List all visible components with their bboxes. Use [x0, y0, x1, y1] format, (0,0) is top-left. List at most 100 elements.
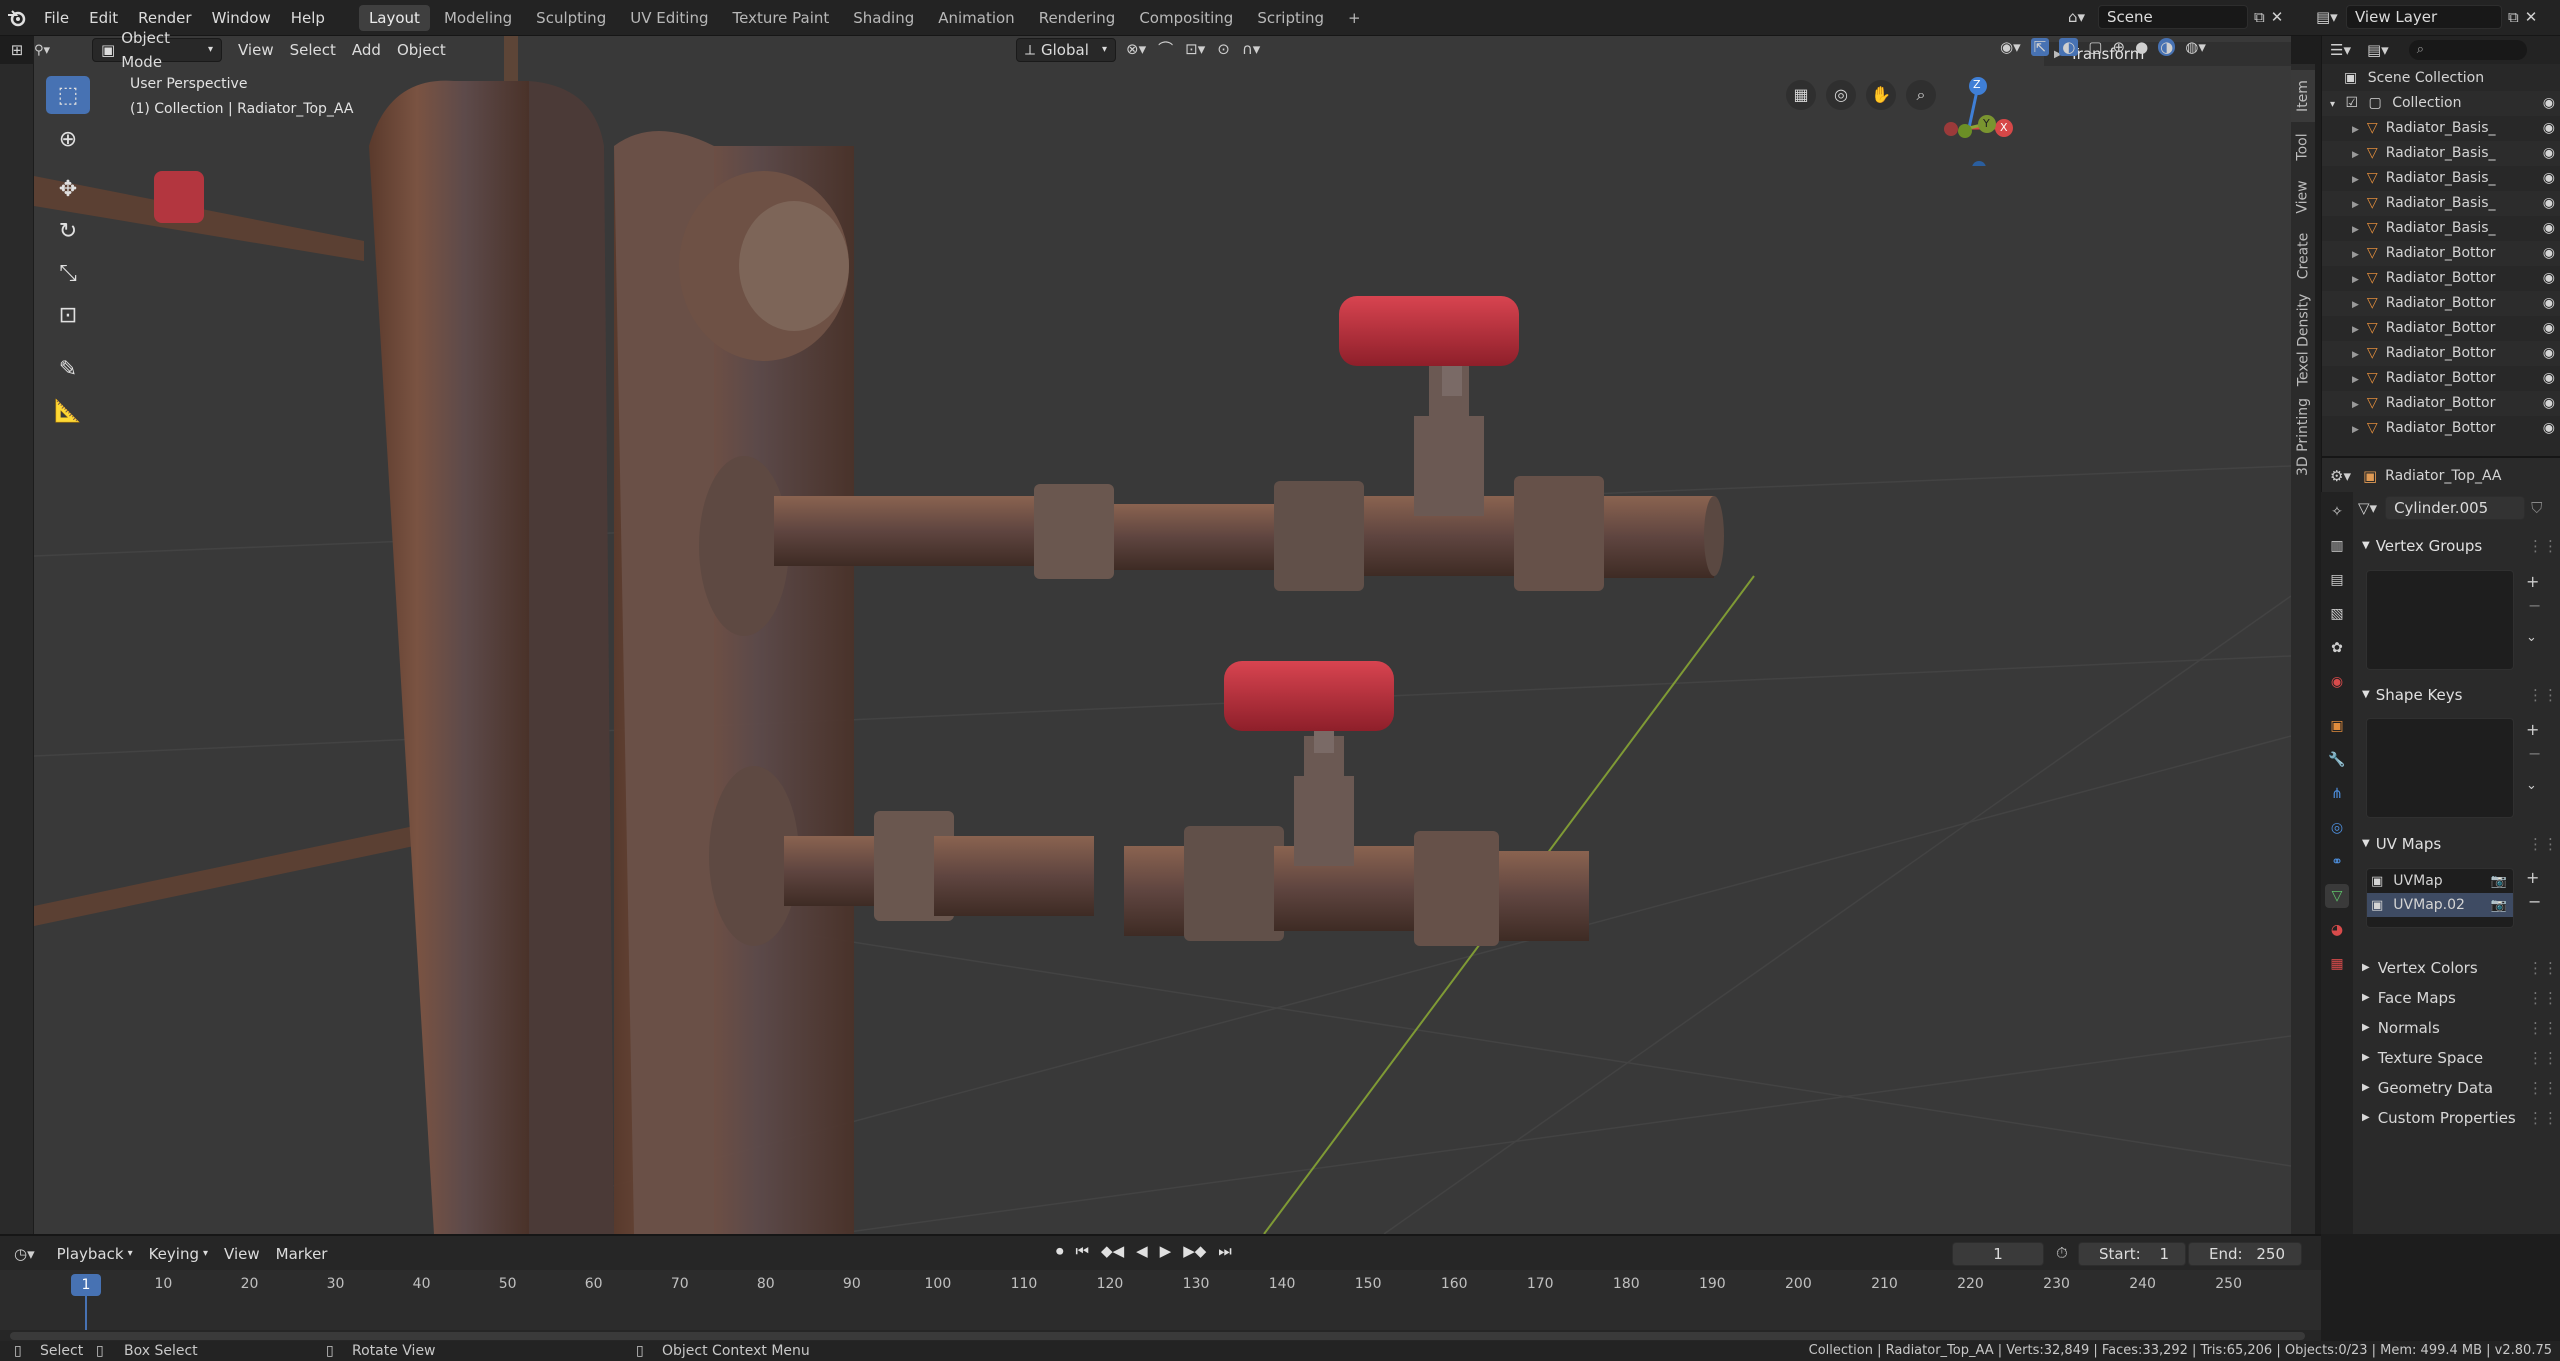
proportional-edit-icon[interactable]: ⊙ — [1217, 40, 1230, 58]
eye-icon[interactable]: ◉ — [2543, 116, 2555, 141]
uv-map-remove-button[interactable]: − — [2528, 892, 2541, 911]
eye-icon[interactable]: ◉ — [2543, 141, 2555, 166]
menu-object[interactable]: Object — [389, 38, 454, 62]
outliner-editor-icon[interactable]: ☰▾ — [2330, 41, 2351, 59]
uv-maps-panel-header[interactable]: ▼ UV Maps ⋮⋮ — [2356, 830, 2558, 858]
render-tab-icon[interactable]: ▥ — [2325, 534, 2349, 558]
mesh-data-icon[interactable]: ▽▾ — [2358, 499, 2377, 517]
overlays-icon[interactable]: ◐ — [2059, 38, 2079, 56]
uv-map-add-button[interactable]: + — [2526, 868, 2539, 887]
tab-layout[interactable]: Layout — [358, 4, 430, 31]
select-box-tool-icon[interactable]: ⬚ — [46, 76, 90, 114]
xray-icon[interactable]: ▢ — [2088, 38, 2102, 56]
navigation-gizmo[interactable]: Z Y X — [1924, 76, 2014, 175]
expand-arrow-icon[interactable]: ▶ — [2352, 150, 2359, 160]
expand-arrow-icon[interactable]: ▶ — [2352, 125, 2359, 135]
delete-view-layer-icon[interactable]: ✕ — [2525, 8, 2538, 26]
expand-arrow-icon[interactable]: ▶ — [2352, 300, 2359, 310]
outliner-object-row[interactable]: ▶ ▽ Radiator_Bottor ◉ — [2322, 266, 2560, 291]
tab-3d-printing[interactable]: 3D Printing — [2291, 392, 2315, 482]
outliner-object-row[interactable]: ▶ ▽ Radiator_Basis_ ◉ — [2322, 216, 2560, 241]
geometry-data-panel-header[interactable]: ▶ Geometry Data ⋮⋮ — [2356, 1074, 2558, 1102]
drag-handle-icon[interactable]: ⋮⋮ — [2528, 1104, 2558, 1132]
output-tab-icon[interactable]: ▤ — [2325, 568, 2349, 592]
material-tab-icon[interactable]: ◕ — [2325, 918, 2349, 942]
object-tab-icon[interactable]: ▣ — [2325, 714, 2349, 738]
expand-arrow-icon[interactable]: ▶ — [2352, 250, 2359, 260]
vertex-colors-panel-header[interactable]: ▶ Vertex Colors ⋮⋮ — [2356, 954, 2558, 982]
playhead[interactable]: 1 — [71, 1274, 101, 1296]
expand-arrow-icon[interactable]: ▶ — [2352, 225, 2359, 235]
texture-tab-icon[interactable]: ▦ — [2325, 952, 2349, 976]
eye-icon[interactable]: ◉ — [2543, 341, 2555, 366]
drag-handle-icon[interactable]: ⋮⋮ — [2528, 830, 2558, 858]
menu-select[interactable]: Select — [282, 38, 344, 62]
expand-arrow-icon[interactable]: ▶ — [2352, 325, 2359, 335]
eye-icon[interactable]: ◉ — [2543, 91, 2555, 116]
world-tab-icon[interactable]: ◉ — [2325, 670, 2349, 694]
tab-sculpting[interactable]: Sculpting — [526, 5, 616, 31]
shape-keys-list[interactable] — [2366, 718, 2514, 818]
properties-editor-icon[interactable]: ⚙▾ — [2330, 467, 2351, 485]
tab-shading[interactable]: Shading — [843, 5, 924, 31]
drag-handle-icon[interactable]: ⋮⋮ — [2528, 1014, 2558, 1042]
texture-space-panel-header[interactable]: ▶ Texture Space ⋮⋮ — [2356, 1044, 2558, 1072]
expand-arrow-icon[interactable]: ▶ — [2352, 350, 2359, 360]
drag-handle-icon[interactable]: ⋮⋮ — [2528, 1074, 2558, 1102]
eye-icon[interactable]: ◉ — [2543, 316, 2555, 341]
delete-scene-icon[interactable]: ✕ — [2271, 8, 2284, 26]
render-camera-icon[interactable]: 📷 — [2491, 898, 2507, 913]
tab-modeling[interactable]: Modeling — [434, 5, 522, 31]
tab-animation[interactable]: Animation — [928, 5, 1024, 31]
outliner-object-row[interactable]: ▶ ▽ Radiator_Basis_ ◉ — [2322, 166, 2560, 191]
menu-window[interactable]: Window — [202, 0, 281, 36]
outliner-object-row[interactable]: ▶ ▽ Radiator_Bottor ◉ — [2322, 291, 2560, 316]
cursor-tool-icon[interactable]: ⊕ — [46, 120, 90, 158]
tab-rendering[interactable]: Rendering — [1029, 5, 1126, 31]
tab-create[interactable]: Create — [2291, 224, 2315, 288]
face-maps-panel-header[interactable]: ▶ Face Maps ⋮⋮ — [2356, 984, 2558, 1012]
expand-arrow-icon[interactable]: ▶ — [2352, 275, 2359, 285]
vertex-group-add-button[interactable]: + — [2526, 572, 2539, 591]
vertex-group-menu-icon[interactable]: ⌄ — [2526, 630, 2537, 645]
eye-icon[interactable]: ◉ — [2543, 391, 2555, 416]
eye-icon[interactable]: ◉ — [2543, 216, 2555, 241]
outliner-object-row[interactable]: ▶ ▽ Radiator_Bottor ◉ — [2322, 316, 2560, 341]
eye-icon[interactable]: ◉ — [2543, 266, 2555, 291]
scale-tool-icon[interactable]: ⤡ — [46, 254, 90, 292]
scene-icon[interactable]: ⌂▾ — [2068, 8, 2098, 26]
view-layer-selector[interactable]: View Layer — [2346, 5, 2502, 29]
rotate-tool-icon[interactable]: ↻ — [46, 212, 90, 250]
view-layer-tab-icon[interactable]: ▧ — [2325, 602, 2349, 626]
outliner-search-input[interactable]: ⌕ — [2408, 40, 2527, 60]
active-render-camera-icon[interactable]: 📷 — [2491, 874, 2507, 889]
move-tool-icon[interactable]: ✥ — [46, 170, 90, 208]
annotate-tool-icon[interactable]: ✎ — [46, 350, 90, 388]
wireframe-shading-icon[interactable]: ⊕ — [2112, 38, 2125, 56]
constraints-tab-icon[interactable]: ⚭ — [2325, 850, 2349, 874]
eye-icon[interactable]: ◉ — [2543, 291, 2555, 316]
tab-texture-paint[interactable]: Texture Paint — [722, 5, 839, 31]
mesh-data-tab-icon[interactable]: ▽ — [2325, 884, 2349, 908]
transform-tool-icon[interactable]: ⊡ — [46, 296, 90, 334]
scene-selector[interactable]: Scene — [2098, 5, 2248, 29]
view-layer-icon[interactable]: ▤▾ — [2316, 8, 2346, 26]
modifier-tab-icon[interactable]: 🔧 — [2325, 748, 2349, 772]
display-mode-icon[interactable]: ▤▾ — [2367, 41, 2389, 59]
physics-tab-icon[interactable]: ◎ — [2325, 816, 2349, 840]
outliner-object-row[interactable]: ▶ ▽ Radiator_Basis_ ◉ — [2322, 191, 2560, 216]
snap-icon[interactable]: ⌒ — [1158, 38, 1173, 59]
drag-handle-icon[interactable]: ⋮⋮ — [2528, 1044, 2558, 1072]
menu-file[interactable]: File — [34, 0, 79, 36]
timeline-scrollbar[interactable] — [10, 1332, 2305, 1340]
eye-icon[interactable]: ◉ — [2543, 191, 2555, 216]
editor-type-icon[interactable]: ⊞ — [0, 41, 34, 59]
uv-map-row-selected[interactable]: ▣ UVMap.02 📷 — [2367, 893, 2513, 917]
vertex-groups-list[interactable] — [2366, 570, 2514, 670]
fake-user-icon[interactable]: ⛉ — [2531, 499, 2542, 517]
tab-tool[interactable]: Tool — [2291, 124, 2315, 170]
pan-hand-icon[interactable]: ✋ — [1866, 80, 1896, 110]
shape-key-add-button[interactable]: + — [2526, 720, 2539, 739]
vertex-group-remove-button[interactable]: − — [2528, 596, 2541, 615]
rendered-shading-icon[interactable]: ◍▾ — [2185, 38, 2206, 56]
